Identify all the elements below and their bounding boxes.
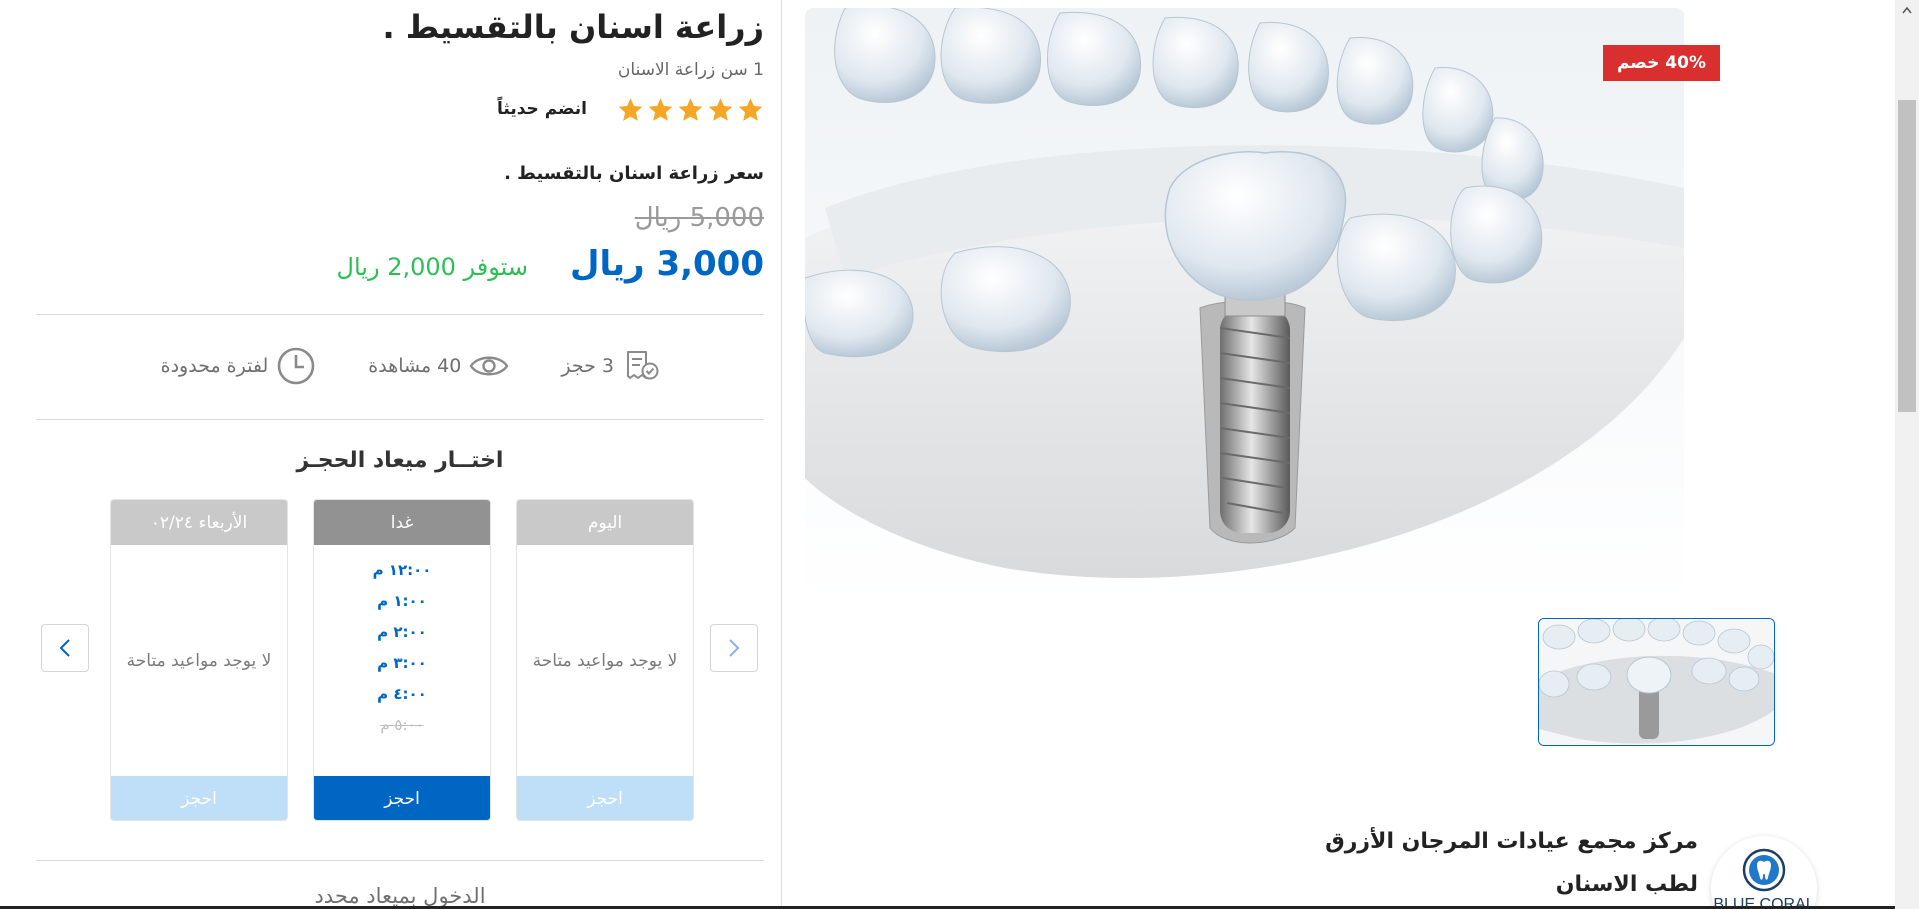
star-icon bbox=[618, 97, 643, 121]
stat-bookings: 3 حجز bbox=[561, 348, 660, 384]
rating-note: انضم حديثاً bbox=[497, 99, 587, 119]
day-column-tomorrow: غدا ١٢:٠٠ م ١:٠٠ م ٢:٠٠ م ٣:٠٠ م ٤:٠٠ م … bbox=[313, 499, 491, 821]
clinic-logo[interactable]: BLUE CORAL bbox=[1711, 836, 1817, 909]
star-icon bbox=[648, 97, 673, 121]
day-column-today: اليوم لا يوجد مواعيد متاحة احجز bbox=[516, 499, 694, 821]
stat-views: 40 مشاهدة bbox=[368, 352, 509, 380]
product-page: زراعة اسنان بالتقسيط . 1 سن زراعة الاسنا… bbox=[0, 0, 1919, 909]
savings-text: ستوفر 2,000 ريال bbox=[336, 253, 528, 281]
time-slot[interactable]: ١:٠٠ م bbox=[377, 586, 427, 617]
scroll-up-button[interactable] bbox=[1895, 0, 1919, 20]
rating-row: انضم حديثاً bbox=[497, 92, 764, 126]
dental-implant-thumbnail bbox=[1539, 619, 1774, 745]
next-day-button[interactable] bbox=[710, 624, 758, 672]
stats-row: 3 حجز 40 مشاهدة لفترة محدودة bbox=[161, 346, 660, 386]
time-slot[interactable]: ٢:٠٠ م bbox=[377, 617, 427, 648]
eye-icon bbox=[469, 356, 509, 376]
discount-badge: 40% خصم bbox=[1603, 45, 1720, 81]
time-slot-disabled: ٥:٠٠ م bbox=[380, 716, 424, 734]
day-empty-text: لا يوجد مواعيد متاحة bbox=[532, 650, 678, 671]
divider bbox=[36, 419, 764, 420]
booking-heading: اختــار ميعاد الحجـز bbox=[296, 448, 504, 473]
new-price: 3,000 ريال bbox=[570, 244, 764, 284]
stat-views-label: 40 مشاهدة bbox=[368, 355, 462, 377]
clock-icon bbox=[277, 347, 315, 385]
star-icon bbox=[678, 97, 703, 121]
price-row: 3,000 ريال ستوفر 2,000 ريال bbox=[337, 244, 764, 284]
image-thumbnail[interactable] bbox=[1538, 618, 1775, 746]
day-header: غدا bbox=[314, 500, 490, 545]
book-button-today[interactable]: احجز bbox=[517, 776, 693, 820]
time-slot[interactable]: ٣:٠٠ م bbox=[377, 648, 427, 679]
product-subtitle: 1 سن زراعة الاسنان bbox=[617, 60, 764, 80]
stat-bookings-label: 3 حجز bbox=[561, 355, 614, 377]
old-price: 5,000 ريال bbox=[634, 203, 764, 233]
divider bbox=[36, 314, 764, 315]
star-icon bbox=[708, 97, 733, 121]
chevron-up-icon bbox=[1902, 6, 1912, 14]
book-button-wednesday[interactable]: احجز bbox=[111, 776, 287, 820]
day-header: اليوم bbox=[517, 500, 693, 545]
fixed-appointment-link[interactable]: الدخول بميعاد محدد bbox=[36, 884, 764, 908]
stat-limited-label: لفترة محدودة bbox=[160, 355, 269, 377]
column-separator bbox=[781, 0, 782, 909]
product-title: زراعة اسنان بالتقسيط . bbox=[382, 8, 764, 46]
chevron-right-icon bbox=[729, 639, 740, 657]
time-slots: ١٢:٠٠ م ١:٠٠ م ٢:٠٠ م ٣:٠٠ م ٤:٠٠ م ٥:٠٠… bbox=[314, 545, 490, 776]
time-slot[interactable]: ١٢:٠٠ م bbox=[373, 555, 432, 586]
book-button-tomorrow[interactable]: احجز bbox=[314, 776, 490, 820]
receipt-check-icon bbox=[627, 351, 659, 380]
day-column-wednesday: الأربعاء ٠٢/٢٤ لا يوجد مواعيد متاحة احجز bbox=[110, 499, 288, 821]
tooth-logo-icon bbox=[1742, 848, 1786, 892]
product-info-panel: زراعة اسنان بالتقسيط . 1 سن زراعة الاسنا… bbox=[36, 0, 764, 909]
day-header: الأربعاء ٠٢/٢٤ bbox=[111, 500, 287, 545]
chevron-left-icon bbox=[59, 639, 70, 657]
prev-day-button[interactable] bbox=[41, 624, 89, 672]
divider bbox=[36, 860, 764, 861]
dental-implant-illustration bbox=[805, 8, 1684, 603]
page-scrollbar[interactable] bbox=[1895, 0, 1919, 909]
day-empty-text: لا يوجد مواعيد متاحة bbox=[126, 650, 272, 671]
price-heading: سعر زراعة اسنان بالتقسيط . bbox=[504, 163, 764, 184]
star-icon bbox=[738, 97, 763, 121]
product-main-image bbox=[805, 8, 1684, 603]
clinic-name[interactable]: مركز مجمع عيادات المرجان الأزرق لطب الاس… bbox=[1290, 820, 1698, 906]
stat-limited: لفترة محدودة bbox=[161, 346, 317, 386]
rating-stars bbox=[617, 96, 764, 123]
time-slot[interactable]: ٤:٠٠ م bbox=[377, 679, 427, 710]
scroll-thumb[interactable] bbox=[1898, 100, 1916, 412]
